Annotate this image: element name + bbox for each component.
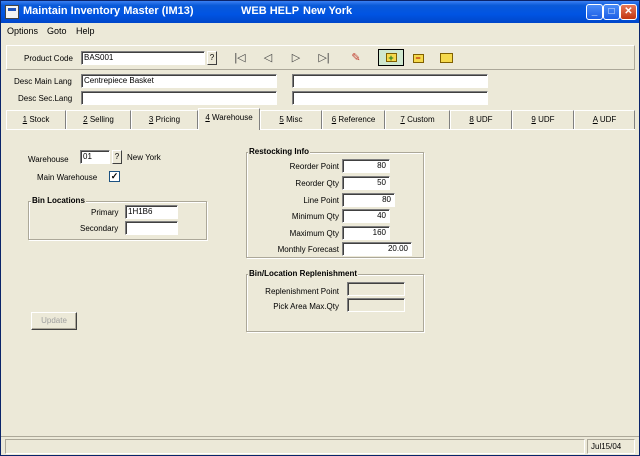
bin-secondary-label: Secondary [80, 224, 119, 233]
tab-reference[interactable]: 6 Reference [322, 110, 385, 130]
menu-bar: Options Goto Help [1, 23, 639, 39]
status-bar: Jul15/04 [1, 436, 639, 455]
add-record-icon: + [385, 53, 397, 63]
reorder-point-input[interactable]: 80 [342, 159, 390, 173]
product-code-input[interactable]: BAS001 [81, 51, 205, 65]
replenishment-point-label: Replenishment Point [265, 287, 339, 296]
warehouse-lookup-button[interactable]: ? [112, 150, 122, 164]
tab-udf-8[interactable]: 8 UDF [450, 110, 512, 130]
reorder-point-label: Reorder Point [289, 162, 339, 171]
desc-sec-input-2[interactable] [292, 91, 488, 105]
bin-primary-label: Primary [91, 208, 119, 217]
tab-misc[interactable]: 5 Misc [260, 110, 322, 130]
previous-record-icon[interactable]: ◁ [259, 50, 277, 66]
product-lookup-button[interactable]: ? [207, 51, 217, 65]
menu-options[interactable]: Options [7, 26, 38, 36]
tab-warehouse[interactable]: 4 Warehouse [198, 108, 260, 130]
tab-strip: 1 Stock 2 Selling 3 Pricing 4 Warehouse … [6, 108, 635, 130]
app-icon [5, 5, 19, 19]
tab-pricing[interactable]: 3 Pricing [131, 110, 198, 130]
menu-goto[interactable]: Goto [47, 26, 67, 36]
maximum-qty-input[interactable]: 160 [342, 226, 390, 240]
bin-locations-group [28, 201, 207, 240]
reorder-qty-label: Reorder Qty [295, 179, 339, 188]
web-help-label[interactable]: WEB HELP [241, 5, 299, 17]
pick-area-max-input[interactable] [347, 298, 405, 312]
tab-udf-9[interactable]: 9 UDF [512, 110, 574, 130]
window-title: Maintain Inventory Master (IM13) [23, 5, 194, 17]
next-record-icon[interactable]: ▷ [287, 50, 305, 66]
minimum-qty-input[interactable]: 40 [342, 209, 390, 223]
warehouse-input[interactable]: 01 [80, 150, 110, 164]
tab-stock[interactable]: 1 Stock [6, 110, 66, 130]
warehouse-label: Warehouse [28, 155, 69, 164]
add-record-button[interactable]: + [378, 49, 404, 66]
desc-sec-input[interactable] [81, 91, 277, 105]
monthly-forecast-input[interactable]: 20.00 [342, 242, 412, 256]
tab-selling[interactable]: 2 Selling [66, 110, 131, 130]
folder-button[interactable] [437, 50, 455, 66]
restocking-info-title: Restocking Info [248, 147, 311, 156]
desc-sec-label: Desc Sec.Lang [18, 94, 73, 103]
line-point-label: Line Point [303, 196, 339, 205]
bin-primary-input[interactable]: 1H1B6 [125, 205, 178, 219]
minimize-button[interactable]: _ [586, 4, 603, 20]
first-record-icon[interactable]: |◁ [231, 50, 249, 66]
status-date: Jul15/04 [587, 439, 635, 454]
desc-main-input-2[interactable] [292, 74, 488, 88]
line-point-input[interactable]: 80 [342, 193, 395, 207]
main-warehouse-checkbox[interactable]: ✓ [109, 171, 120, 182]
reorder-qty-input[interactable]: 50 [342, 176, 390, 190]
title-bar[interactable]: Maintain Inventory Master (IM13) WEB HEL… [1, 1, 639, 23]
monthly-forecast-label: Monthly Forecast [277, 245, 339, 254]
replenishment-point-input[interactable] [347, 282, 405, 296]
location-label: New York [303, 5, 353, 17]
tab-divider [6, 129, 635, 130]
maximize-button[interactable]: □ [603, 4, 620, 20]
last-record-icon[interactable]: ▷| [315, 50, 333, 66]
pick-area-max-label: Pick Area Max.Qty [273, 302, 339, 311]
status-message [5, 439, 585, 454]
minimum-qty-label: Minimum Qty [291, 212, 339, 221]
menu-help[interactable]: Help [76, 26, 95, 36]
close-button[interactable]: ✕ [620, 4, 637, 20]
bin-locations-title: Bin Locations [31, 196, 86, 205]
update-button[interactable]: Update [31, 312, 77, 330]
product-code-label: Product Code [24, 54, 73, 63]
folder-icon [439, 53, 453, 63]
desc-main-input[interactable]: Centrepiece Basket [81, 74, 277, 88]
edit-icon[interactable]: ✎ [347, 50, 365, 66]
delete-record-icon: − [412, 54, 424, 63]
maximum-qty-label: Maximum Qty [289, 229, 339, 238]
replenishment-title: Bin/Location Replenishment [248, 269, 359, 278]
bin-secondary-input[interactable] [125, 221, 178, 235]
warehouse-name: New York [127, 153, 161, 162]
delete-record-button[interactable]: − [409, 50, 427, 66]
app-window: Maintain Inventory Master (IM13) WEB HEL… [0, 0, 640, 456]
desc-main-label: Desc Main Lang [14, 77, 72, 86]
tab-custom[interactable]: 7 Custom [385, 110, 450, 130]
main-warehouse-label: Main Warehouse [37, 173, 98, 182]
tab-udf-a[interactable]: A UDF [574, 110, 635, 130]
